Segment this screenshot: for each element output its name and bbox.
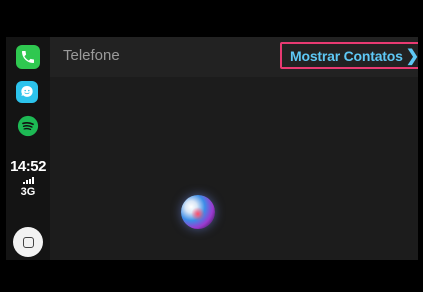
status-area: 14:52 3G [6,158,50,198]
show-contacts-button[interactable]: Mostrar Contatos ❯ [280,42,418,69]
spotify-icon [17,115,39,137]
header-bar: Telefone Mostrar Contatos ❯ [50,37,418,77]
signal-strength-icon [6,177,50,184]
network-type: 3G [20,186,36,198]
carplay-screen: 14:52 3G Telefone Mostrar Contatos ❯ [6,37,418,260]
waze-icon [21,86,33,97]
phone-icon [22,51,34,63]
waze-app-button[interactable] [16,81,38,103]
phone-app-button[interactable] [16,45,40,69]
carplay-frame: 14:52 3G Telefone Mostrar Contatos ❯ [0,0,423,292]
chevron-right-icon: ❯ [405,47,418,65]
home-button[interactable] [13,227,43,257]
main-content [50,77,418,260]
home-icon [22,236,34,248]
sidebar: 14:52 3G [6,37,50,260]
show-contacts-label: Mostrar Contatos [290,47,403,64]
spotify-app-button[interactable] [16,114,40,138]
page-title: Telefone [63,47,120,64]
siri-icon[interactable] [181,195,215,229]
clock: 14:52 [10,158,46,175]
